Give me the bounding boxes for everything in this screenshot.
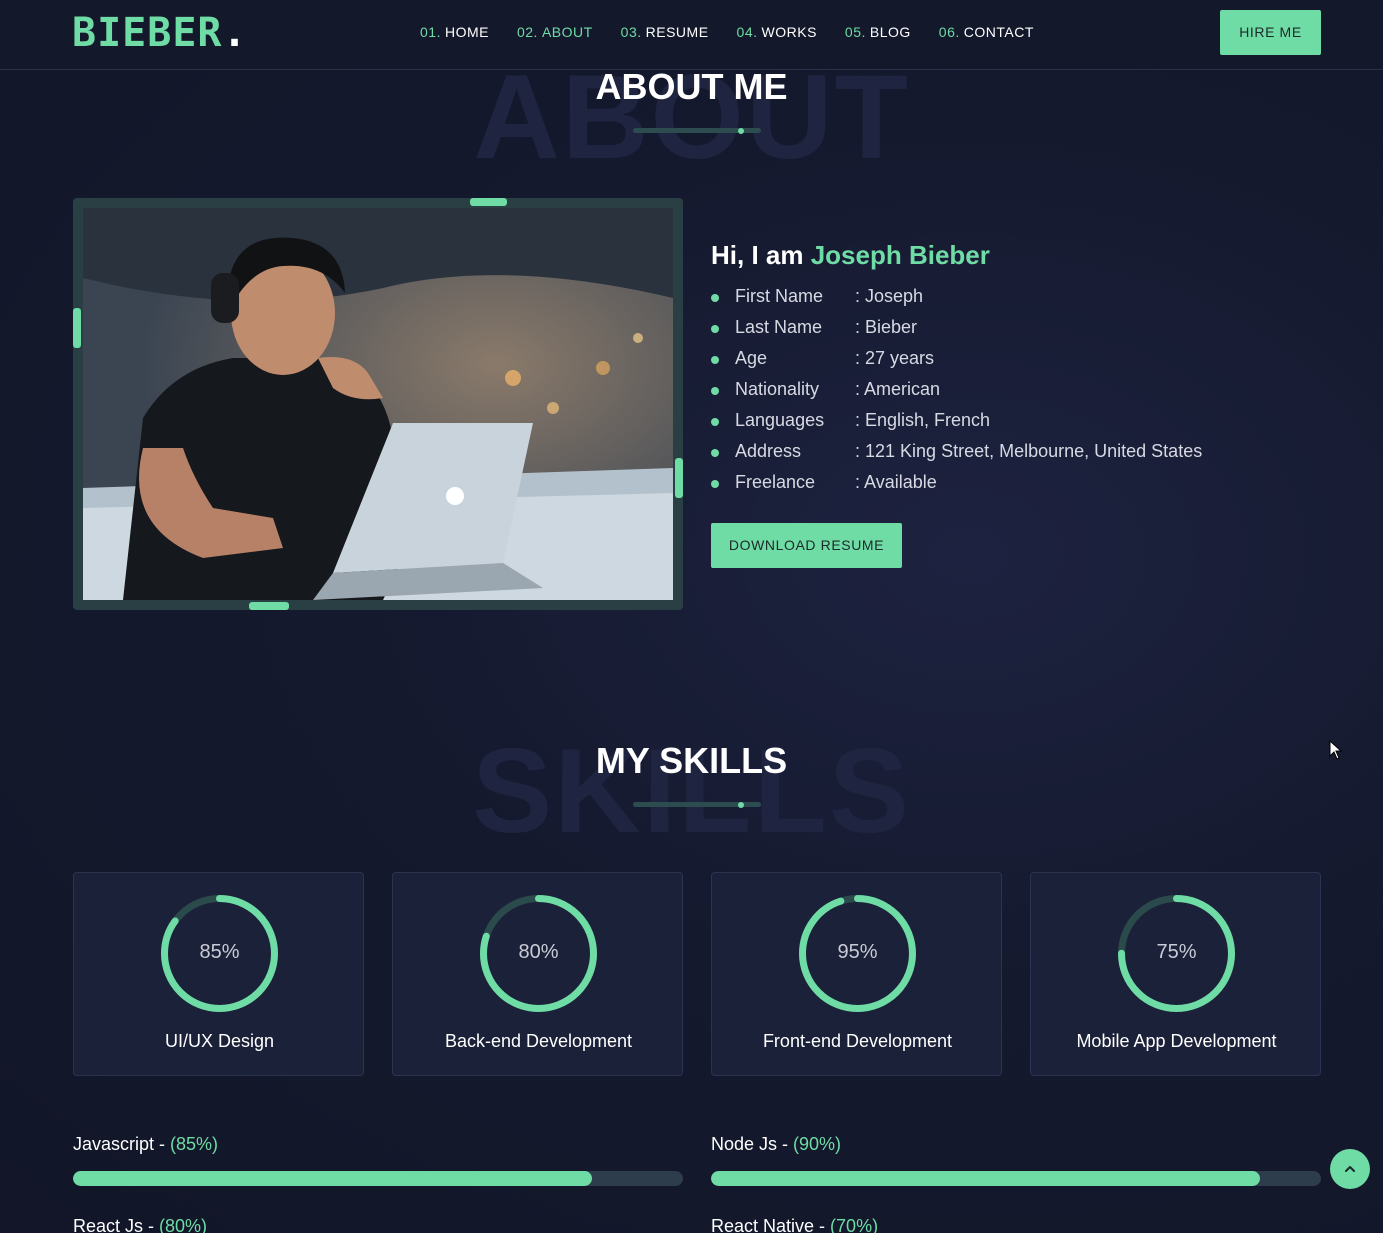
profile-photo	[83, 208, 673, 600]
info-value: : Joseph	[855, 286, 924, 306]
frame-accent-left	[73, 308, 81, 348]
greeting-text: Hi, I am	[711, 240, 804, 270]
profile-photo-illustration	[83, 208, 673, 600]
info-value: : 27 years	[855, 348, 935, 368]
info-label: First Name	[735, 286, 824, 306]
menu-item-number: 06.	[938, 24, 960, 40]
info-label: Age	[735, 348, 768, 368]
menu-item-label: BLOG	[869, 24, 911, 40]
bullet-dot	[711, 294, 719, 302]
about-section-title: ABOUT ME	[595, 66, 788, 107]
bullet-dot	[711, 356, 719, 364]
profile-photo-frame	[73, 198, 683, 610]
bullet-dot	[711, 449, 719, 457]
skill-bar-name: Javascript -	[73, 1134, 171, 1154]
skill-card: 95% Front-end Development	[711, 872, 1002, 1076]
skill-bar-label: React Js - (80%)	[73, 1216, 207, 1233]
info-value: : 121 King Street, Melbourne, United Sta…	[855, 441, 1203, 461]
bullet-dot	[711, 480, 719, 488]
menu-item-number: 03.	[620, 24, 642, 40]
menu-item-about[interactable]: 02. ABOUT	[517, 24, 593, 40]
info-label: Languages	[735, 410, 825, 430]
info-label: Address	[735, 441, 802, 461]
skill-bar-name: Node Js -	[711, 1134, 794, 1154]
menu-item-number: 02.	[516, 24, 538, 40]
skill-percent: 95%	[837, 941, 878, 963]
skill-name: UI/UX Design	[164, 1031, 275, 1051]
menu-item-label: WORKS	[761, 24, 817, 40]
skill-bar-percent: (85%)	[170, 1134, 219, 1154]
menu-item-label: ABOUT	[541, 24, 593, 40]
about-greeting: Hi, I am Joseph Bieber	[711, 240, 990, 271]
skill-percent: 80%	[518, 941, 559, 963]
info-value: : Available	[855, 472, 937, 492]
info-label: Last Name	[735, 317, 823, 337]
menu-item-number: 01.	[420, 24, 441, 40]
menu-item-label: HOME	[444, 24, 489, 40]
menu-item-blog[interactable]: 05. BLOG	[845, 24, 911, 40]
bullet-dot	[711, 387, 719, 395]
skills-title-underline	[633, 801, 761, 808]
skill-bar-percent: (90%)	[793, 1134, 842, 1154]
skill-bar-percent: (80%)	[159, 1216, 208, 1233]
skill-bar-label: Javascript - (85%)	[73, 1134, 218, 1155]
skill-bar-percent: (70%)	[830, 1216, 879, 1233]
info-value: : American	[855, 379, 941, 399]
bullet-dot	[711, 418, 719, 426]
skill-card: 75% Mobile App Development	[1030, 872, 1321, 1076]
frame-accent-right	[675, 458, 683, 498]
info-label: Nationality	[735, 379, 820, 399]
skill-bar-fill	[73, 1171, 592, 1186]
skill-percent: 85%	[199, 941, 240, 963]
frame-accent-bottom	[249, 602, 289, 610]
scroll-to-top-button[interactable]	[1330, 1149, 1370, 1189]
main-menu: 01. HOME 02. ABOUT 03. RESUME 04. WORKS 05. B…	[420, 24, 1034, 40]
menu-item-home[interactable]: 01. HOME	[420, 24, 489, 40]
info-label: Freelance	[735, 472, 816, 492]
menu-item-resume[interactable]: 03. RESUME	[621, 24, 709, 40]
info-value: : English, French	[855, 410, 991, 430]
mouse-cursor-icon	[1329, 740, 1343, 760]
bullet-dot	[711, 325, 719, 333]
menu-item-works[interactable]: 04. WORKS	[737, 24, 817, 40]
skill-bar-label: Node Js - (90%)	[711, 1134, 841, 1155]
menu-item-number: 04.	[736, 24, 758, 40]
chevron-up-icon	[1345, 1166, 1355, 1172]
skill-bar-name: React Js -	[73, 1216, 160, 1233]
skill-bar-track	[73, 1171, 683, 1186]
skill-percent: 75%	[1156, 941, 1197, 963]
menu-item-number: 05.	[844, 24, 866, 40]
info-value: : Bieber	[855, 317, 918, 337]
skills-section-title: MY SKILLS	[595, 740, 788, 781]
skill-bar-track	[711, 1171, 1321, 1186]
skill-card: 85% UI/UX Design	[73, 872, 364, 1076]
frame-accent-top	[470, 198, 507, 206]
about-name: Joseph Bieber	[810, 240, 990, 270]
download-resume-button[interactable]: DOWNLOAD RESUME	[711, 523, 902, 568]
menu-item-label: RESUME	[645, 24, 709, 40]
skill-bar-name: React Native -	[711, 1216, 831, 1233]
skill-name: Front-end Development	[762, 1031, 953, 1051]
skill-bar-fill	[711, 1171, 1260, 1186]
skill-card: 80% Back-end Development	[392, 872, 683, 1076]
menu-item-label: CONTACT	[963, 24, 1034, 40]
menu-item-contact[interactable]: 06. CONTACT	[939, 24, 1034, 40]
about-title-underline	[633, 127, 761, 134]
skill-bar-label: React Native - (70%)	[711, 1216, 878, 1233]
skill-name: Back-end Development	[444, 1031, 633, 1051]
skill-name: Mobile App Development	[1076, 1031, 1277, 1051]
